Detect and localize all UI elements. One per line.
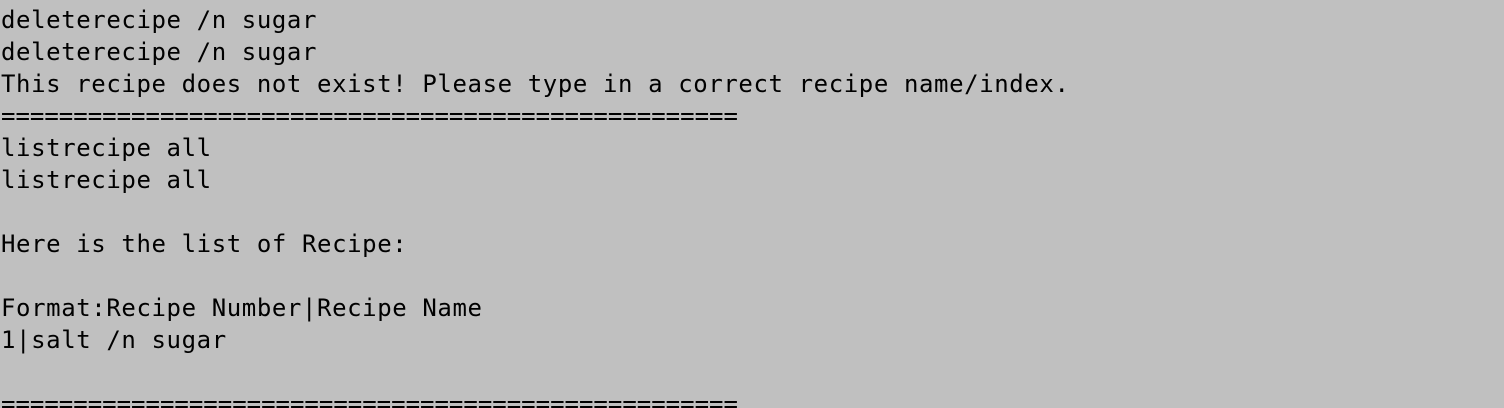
command-line: listrecipe all [1, 166, 212, 194]
recipe-list-item: 1|salt /n sugar [1, 326, 227, 354]
echo-command-line: deleterecipe /n sugar [1, 6, 318, 34]
console-output[interactable]: deleterecipe /n sugar deleterecipe /n su… [0, 0, 1504, 408]
list-heading: Here is the list of Recipe: [1, 230, 408, 258]
error-message: This recipe does not exist! Please type … [1, 70, 1070, 98]
separator-line: ========================================… [1, 390, 738, 408]
echo-command-line: listrecipe all [1, 134, 212, 162]
command-line: deleterecipe /n sugar [1, 38, 318, 66]
format-line: Format:Recipe Number|Recipe Name [1, 294, 483, 322]
separator-line: ========================================… [1, 102, 738, 130]
